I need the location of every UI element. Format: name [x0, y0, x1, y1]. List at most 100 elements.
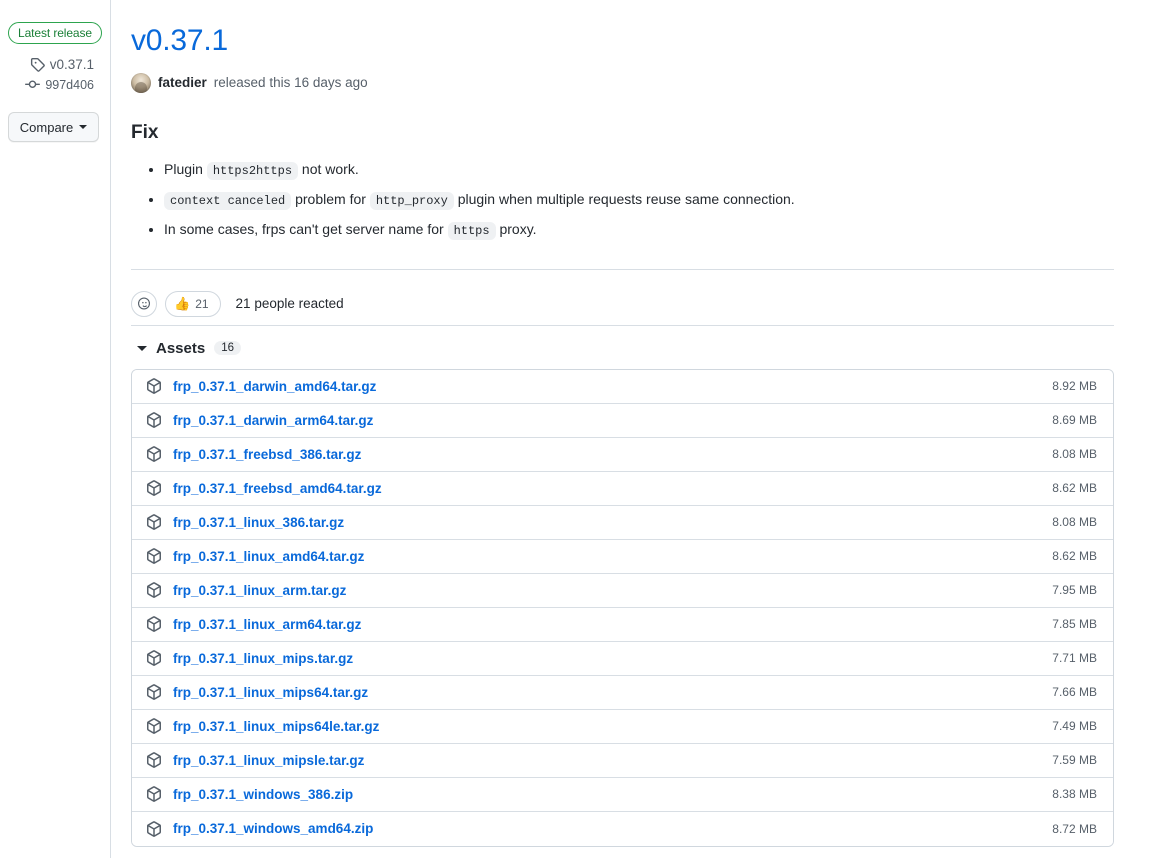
release-title-link[interactable]: v0.37.1 — [131, 22, 1114, 60]
asset-size: 7.49 MB — [1052, 719, 1097, 733]
package-icon — [146, 378, 162, 394]
asset-download-link[interactable]: frp_0.37.1_windows_amd64.zip — [173, 821, 373, 836]
compare-button[interactable]: Compare — [8, 112, 99, 142]
asset-download-link[interactable]: frp_0.37.1_linux_mips64le.tar.gz — [173, 719, 379, 734]
reactions-bar: 👍 21 21 people reacted — [131, 268, 1114, 325]
package-icon — [146, 718, 162, 734]
release-page: Latest release v0.37.1 997d406 Compare v… — [0, 0, 1174, 858]
assets-toggle[interactable]: Assets 16 — [131, 340, 1114, 357]
change-text: Plugin — [164, 160, 207, 177]
asset-size: 8.08 MB — [1052, 447, 1097, 461]
asset-download-link[interactable]: frp_0.37.1_linux_arm.tar.gz — [173, 583, 346, 598]
commit-sha: 997d406 — [45, 77, 94, 92]
asset-row[interactable]: frp_0.37.1_freebsd_386.tar.gz 8.08 MB — [132, 437, 1113, 472]
package-icon — [146, 820, 162, 837]
asset-row[interactable]: frp_0.37.1_freebsd_amd64.tar.gz 8.62 MB — [132, 471, 1113, 506]
asset-row[interactable]: frp_0.37.1_linux_386.tar.gz 8.08 MB — [132, 505, 1113, 540]
change-text: In some cases, frps can't get server nam… — [164, 220, 448, 237]
asset-download-link[interactable]: frp_0.37.1_linux_mipsle.tar.gz — [173, 753, 364, 768]
asset-size: 8.38 MB — [1052, 787, 1097, 801]
asset-download-link[interactable]: frp_0.37.1_darwin_arm64.tar.gz — [173, 413, 373, 428]
package-icon — [146, 650, 162, 666]
release-author[interactable]: fatedier — [158, 75, 207, 90]
inline-code: http_proxy — [369, 191, 454, 210]
thumbsup-count: 21 — [195, 296, 209, 311]
thumbsup-icon: 👍 — [174, 296, 191, 311]
asset-size: 8.62 MB — [1052, 481, 1097, 495]
asset-size: 8.92 MB — [1052, 379, 1097, 393]
asset-size: 7.71 MB — [1052, 651, 1097, 665]
reactions-summary: 21 people reacted — [235, 296, 344, 311]
asset-row[interactable]: frp_0.37.1_windows_amd64.zip 8.72 MB — [132, 811, 1113, 846]
package-icon — [146, 786, 162, 802]
package-icon — [146, 752, 162, 768]
change-item: In some cases, frps can't get server nam… — [164, 215, 1114, 245]
release-byline: fatedier released this 16 days ago — [131, 72, 1114, 93]
release-timestamp: released this 16 days ago — [213, 75, 368, 90]
latest-release-badge: Latest release — [8, 22, 102, 44]
asset-row[interactable]: frp_0.37.1_linux_amd64.tar.gz 8.62 MB — [132, 539, 1113, 574]
asset-download-link[interactable]: frp_0.37.1_linux_amd64.tar.gz — [173, 549, 364, 564]
asset-download-link[interactable]: frp_0.37.1_linux_386.tar.gz — [173, 515, 344, 530]
package-icon — [146, 684, 162, 700]
smiley-face-icon[interactable] — [131, 290, 157, 317]
asset-row[interactable]: frp_0.37.1_linux_arm.tar.gz 7.95 MB — [132, 573, 1113, 608]
assets-list: frp_0.37.1_darwin_amd64.tar.gz 8.92 MB frp… — [131, 368, 1114, 847]
asset-download-link[interactable]: frp_0.37.1_freebsd_386.tar.gz — [173, 447, 361, 462]
asset-download-link[interactable]: frp_0.37.1_linux_arm64.tar.gz — [173, 617, 361, 632]
asset-size: 8.08 MB — [1052, 515, 1097, 529]
asset-size: 7.85 MB — [1052, 617, 1097, 631]
asset-download-link[interactable]: frp_0.37.1_freebsd_amd64.tar.gz — [173, 481, 382, 496]
package-icon — [146, 548, 162, 564]
tag-row[interactable]: v0.37.1 — [8, 57, 99, 72]
chevron-down-icon — [79, 125, 88, 129]
compare-label: Compare — [19, 119, 74, 135]
asset-row[interactable]: frp_0.37.1_linux_mips64le.tar.gz 7.49 MB — [132, 709, 1113, 744]
asset-row[interactable]: frp_0.37.1_darwin_amd64.tar.gz 8.92 MB — [132, 369, 1113, 404]
assets-label: Assets — [156, 339, 206, 357]
asset-row[interactable]: frp_0.37.1_windows_386.zip 8.38 MB — [132, 777, 1113, 812]
asset-size: 7.95 MB — [1052, 583, 1097, 597]
change-item: context canceled problem for http_proxy … — [164, 185, 1114, 215]
package-icon — [146, 514, 162, 530]
asset-size: 8.72 MB — [1052, 821, 1097, 836]
inline-code: https2https — [206, 161, 299, 180]
package-icon — [146, 446, 162, 462]
package-icon — [146, 480, 162, 496]
asset-download-link[interactable]: frp_0.37.1_windows_386.zip — [173, 787, 353, 802]
release-main: v0.37.1 fatedier released this 16 days a… — [111, 0, 1174, 858]
asset-size: 8.62 MB — [1052, 549, 1097, 563]
asset-download-link[interactable]: frp_0.37.1_darwin_amd64.tar.gz — [173, 379, 376, 394]
tag-icon — [30, 57, 45, 72]
asset-row[interactable]: frp_0.37.1_linux_mips64.tar.gz 7.66 MB — [132, 675, 1113, 710]
release-sidebar: Latest release v0.37.1 997d406 Compare — [0, 0, 111, 858]
tag-name: v0.37.1 — [49, 57, 94, 72]
asset-row[interactable]: frp_0.37.1_linux_arm64.tar.gz 7.85 MB — [132, 607, 1113, 642]
release-changes-list: Plugin https2https not work.context canc… — [131, 155, 1114, 245]
asset-download-link[interactable]: frp_0.37.1_linux_mips64.tar.gz — [173, 685, 368, 700]
change-text: plugin when multiple requests reuse same… — [453, 190, 795, 207]
asset-row[interactable]: frp_0.37.1_linux_mips.tar.gz 7.71 MB — [132, 641, 1113, 676]
asset-download-link[interactable]: frp_0.37.1_linux_mips.tar.gz — [173, 651, 353, 666]
triangle-down-icon — [137, 345, 147, 351]
package-icon — [146, 616, 162, 632]
asset-size: 7.66 MB — [1052, 685, 1097, 699]
commit-row[interactable]: 997d406 — [8, 77, 99, 92]
change-text: not work. — [298, 160, 359, 177]
release-body-heading: Fix — [131, 121, 159, 143]
assets-section: Assets 16 frp_0.37.1_darwin_amd64.tar.gz… — [131, 324, 1114, 847]
asset-size: 8.69 MB — [1052, 413, 1097, 427]
change-item: Plugin https2https not work. — [164, 155, 1114, 185]
inline-code: https — [447, 221, 496, 240]
asset-size: 7.59 MB — [1052, 753, 1097, 767]
commit-icon — [25, 77, 41, 92]
package-icon — [146, 412, 162, 428]
avatar[interactable] — [131, 72, 151, 93]
asset-row[interactable]: frp_0.37.1_linux_mipsle.tar.gz 7.59 MB — [132, 743, 1113, 778]
assets-count-badge: 16 — [214, 341, 241, 355]
package-icon — [146, 582, 162, 598]
change-text: proxy. — [495, 220, 537, 237]
asset-row[interactable]: frp_0.37.1_darwin_arm64.tar.gz 8.69 MB — [132, 403, 1113, 438]
thumbsup-reaction-button[interactable]: 👍 21 — [165, 290, 221, 317]
change-text: problem for — [291, 190, 370, 207]
